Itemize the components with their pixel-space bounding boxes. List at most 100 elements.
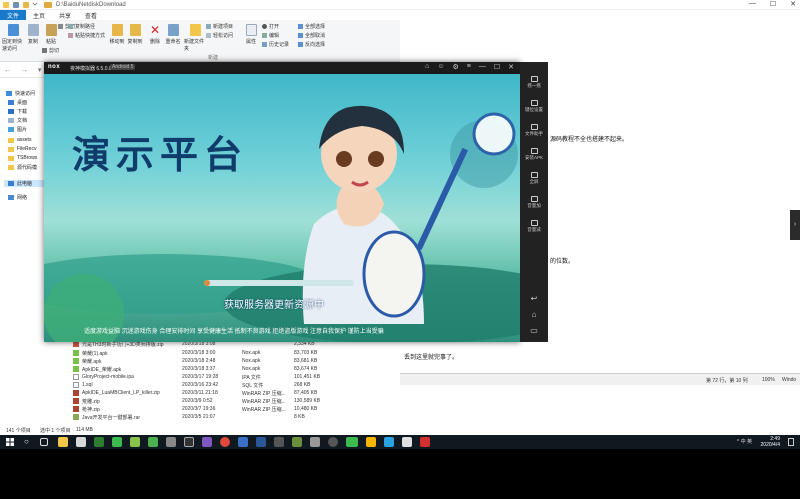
app-icon[interactable]: [384, 437, 394, 447]
edit-button[interactable]: 编辑: [262, 32, 279, 39]
select-none-button[interactable]: 全部取消: [298, 32, 325, 39]
tab-view[interactable]: 查看: [78, 10, 104, 20]
app-icon[interactable]: [420, 437, 430, 447]
search-icon[interactable]: ○: [24, 437, 34, 447]
app-icon[interactable]: [184, 437, 194, 447]
home-button[interactable]: ⌂: [520, 310, 548, 319]
nav-quick-access[interactable]: 快速访问: [6, 90, 35, 97]
rename-button[interactable]: 重命名: [162, 24, 184, 45]
windows-start-icon[interactable]: [6, 438, 14, 446]
android-app-icon[interactable]: [130, 437, 140, 447]
nav-assets[interactable]: assets: [8, 137, 31, 143]
system-tray[interactable]: ^ 中 英: [737, 438, 752, 445]
file-row[interactable]: Java开发平台一键部署.rar 2020/3/5 21:07 8 KB: [72, 413, 392, 421]
back-button[interactable]: ↩: [520, 294, 548, 303]
wechat-app-icon[interactable]: [346, 437, 358, 447]
cut-button-small[interactable]: 剪切: [42, 47, 59, 54]
emulator-toolbar: 摇一摇 键位设置 文件助手 安装APK 全屏 音量加 音量减 ↩ ⌂ ▭: [520, 62, 548, 342]
app-icon[interactable]: [148, 437, 158, 447]
file-assistant-button[interactable]: 文件助手: [520, 124, 548, 137]
settings-icon[interactable]: ⚙: [452, 63, 458, 71]
pin-quick-access-button[interactable]: 固定到快速访问: [2, 24, 24, 52]
file-row[interactable]: 荣耀.apk 2020/3/18 2:48 Nox.apk 83,681 KB: [72, 357, 392, 365]
new-folder-button[interactable]: 新建文件夹: [184, 24, 206, 52]
nav-pictures[interactable]: 图片: [8, 126, 27, 133]
nav-tsbrows[interactable]: TSBrows: [8, 155, 37, 161]
task-view-icon[interactable]: [40, 438, 48, 446]
apk-file-icon: [73, 366, 79, 372]
explorer-status-bar: 141 个项目 选中 1 个项目 114 MB: [0, 425, 400, 435]
gift-icon[interactable]: ⌂: [425, 63, 429, 71]
close-button[interactable]: ✕: [508, 63, 514, 71]
app-icon[interactable]: [366, 437, 376, 447]
shake-button[interactable]: 摇一摇: [520, 76, 548, 89]
file-row[interactable]: ApkIDE_荣耀.apk 2020/3/18 3:37 Nox.apk 83,674…: [72, 365, 392, 373]
app-icon[interactable]: [402, 437, 412, 447]
app-icon[interactable]: [76, 437, 86, 447]
game-splash-screen[interactable]: 演示平台 获取服务器更新资源中 适度游戏益脑 沉迷游戏伤身 合理安排时间 享受健…: [44, 74, 520, 342]
app-icon[interactable]: [310, 437, 320, 447]
chevron-down-icon[interactable]: [32, 0, 38, 6]
new-item-button[interactable]: 新建项目: [206, 23, 233, 30]
close-button[interactable]: ✕: [790, 0, 796, 10]
copy-to-button[interactable]: 复制到: [124, 24, 146, 45]
notification-icon[interactable]: [788, 438, 794, 446]
clock[interactable]: 2:49 2020/4/4: [761, 436, 780, 448]
file-row[interactable]: 荒雕.zip 2020/3/9 0:52 WinRAR ZIP 压缩... 130,5…: [72, 397, 392, 405]
app-icon[interactable]: [256, 437, 266, 447]
open-button[interactable]: 打开: [262, 23, 279, 30]
paste-shortcut-button[interactable]: 粘贴快捷方式: [68, 32, 105, 39]
app-icon[interactable]: [274, 437, 284, 447]
properties-icon: [245, 24, 257, 36]
fullscreen-button[interactable]: 全屏: [520, 172, 548, 185]
user-icon[interactable]: ☺: [437, 63, 444, 71]
folder-icon: [44, 2, 52, 8]
key-mapping-button[interactable]: 键位设置: [520, 100, 548, 113]
chrome-app-icon[interactable]: [220, 437, 230, 447]
app-icon[interactable]: [328, 437, 338, 447]
tab-file[interactable]: 文件: [0, 10, 27, 20]
easy-access-button[interactable]: 轻松访问: [206, 32, 233, 39]
nav-documents[interactable]: 文档: [8, 117, 27, 124]
app-icon[interactable]: [112, 437, 122, 447]
item-count: 141 个项目: [6, 428, 31, 434]
maximize-button[interactable]: ☐: [494, 63, 500, 71]
copy-path-button[interactable]: 复制路径: [68, 23, 95, 30]
volume-down-button[interactable]: 音量减: [520, 220, 548, 233]
nav-filerecv[interactable]: FileRecv: [8, 146, 36, 152]
app-icon[interactable]: [166, 437, 176, 447]
app-icon[interactable]: [94, 437, 104, 447]
file-row[interactable]: 荣耀(1).apk 2020/3/18 3:00 Nox.apk 83,703 KB: [72, 349, 392, 357]
app-icon[interactable]: [238, 437, 248, 447]
minimize-button[interactable]: —: [479, 63, 486, 71]
nav-network[interactable]: 网络: [8, 194, 27, 201]
pictures-icon: [8, 127, 14, 132]
folder-icon[interactable]: [23, 2, 29, 8]
recent-apps-button[interactable]: ▭: [520, 326, 548, 335]
history-button[interactable]: 历史记录: [262, 41, 289, 48]
file-row[interactable]: ApkIDE_LuaMBClient_LP_killer.zip 2020/3/1…: [72, 389, 392, 397]
tab-share[interactable]: 共享: [52, 10, 78, 20]
properties-button[interactable]: 属性: [240, 24, 262, 45]
menu-icon[interactable]: ≡: [467, 63, 471, 71]
easy-access-icon: [206, 33, 211, 38]
file-row[interactable]: 枪神.zip 2020/3/7 19:36 WinRAR ZIP 压缩... 10,4…: [72, 405, 392, 413]
app-icon[interactable]: [292, 437, 302, 447]
nav-desktop[interactable]: 桌面: [8, 99, 27, 106]
install-apk-button[interactable]: 安装APK: [520, 148, 548, 161]
side-expand-tab[interactable]: ›: [790, 210, 800, 240]
select-all-button[interactable]: 全部选择: [298, 23, 325, 30]
invert-selection-button[interactable]: 反向选择: [298, 41, 325, 48]
minimize-button[interactable]: —: [749, 0, 756, 10]
app-icon[interactable]: [202, 437, 212, 447]
file-row[interactable]: 1.sql 2020/3/16 23:42 SQL 文件 268 KB: [72, 381, 392, 389]
save-icon[interactable]: [13, 2, 19, 8]
nav-downloads[interactable]: 下载: [8, 108, 27, 115]
file-explorer-app-icon[interactable]: [58, 437, 68, 447]
nav-source-code[interactable]: 源代码模: [8, 164, 37, 171]
file-row[interactable]: GloryProject-mobile.ipa 2020/3/17 19:28 IP…: [72, 373, 392, 381]
volume-up-button[interactable]: 音量加: [520, 196, 548, 209]
maximize-button[interactable]: ☐: [770, 0, 776, 10]
tab-home[interactable]: 主页: [26, 10, 52, 20]
window-controls: — ☐ ✕: [749, 0, 796, 10]
